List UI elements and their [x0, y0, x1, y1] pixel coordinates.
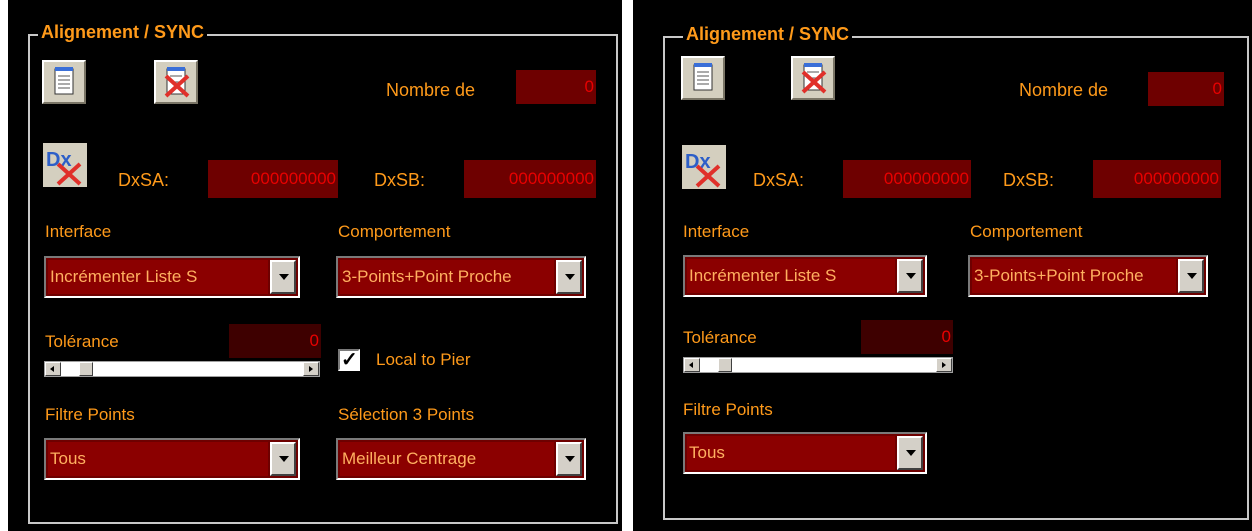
slider-left-arrow-icon[interactable]: [684, 358, 700, 372]
notepad-icon: [693, 63, 713, 91]
svg-text:Dx: Dx: [685, 151, 711, 173]
filtre-points-value: Tous: [48, 442, 268, 476]
checkmark-icon: ✓: [341, 349, 358, 371]
selection-3-points-select[interactable]: Meilleur Centrage: [336, 438, 586, 480]
selection-3-points-label: Sélection 3 Points: [338, 405, 475, 424]
group-title: Alignement / SYNC: [683, 24, 853, 44]
local-to-pier-label[interactable]: Local to Pier: [376, 350, 471, 370]
nombre-label: Nombre de: [1019, 80, 1109, 100]
group-title: Alignement / SYNC: [38, 22, 208, 42]
clear-notes-button[interactable]: [791, 56, 835, 100]
chevron-down-icon[interactable]: [1178, 259, 1204, 293]
slider-left-arrow-icon[interactable]: [45, 362, 61, 376]
tolerance-field: 0: [229, 324, 321, 358]
nombre-label: Nombre de: [386, 80, 476, 100]
right-panel: Alignement / SYNC Nombre de 0 Dx DxSA: 0…: [633, 0, 1252, 531]
dx-delete-icon[interactable]: Dx: [42, 142, 88, 188]
comportement-value: 3-Points+Point Proche: [340, 260, 554, 294]
dxsa-label: DxSA:: [753, 170, 805, 190]
dxsa-field: 000000000: [208, 160, 338, 198]
comportement-select[interactable]: 3-Points+Point Proche: [336, 256, 586, 298]
chevron-down-icon[interactable]: [556, 260, 582, 294]
comportement-value: 3-Points+Point Proche: [972, 259, 1176, 293]
tolerance-label: Tolérance: [683, 328, 757, 347]
notepad-delete-icon: [801, 63, 827, 94]
interface-value: Incrémenter Liste S: [687, 259, 895, 293]
filtre-points-label: Filtre Points: [683, 400, 773, 419]
filtre-points-value: Tous: [687, 436, 895, 470]
dxsb-field: 000000000: [464, 160, 596, 198]
notes-button[interactable]: [42, 60, 86, 104]
interface-select[interactable]: Incrémenter Liste S: [44, 256, 300, 298]
chevron-down-icon[interactable]: [270, 442, 296, 476]
slider-thumb[interactable]: [79, 362, 93, 376]
comportement-label: Comportement: [338, 222, 451, 241]
chevron-down-icon[interactable]: [897, 436, 923, 470]
tolerance-slider[interactable]: [44, 361, 320, 377]
selection-3-points-value: Meilleur Centrage: [340, 442, 554, 476]
left-panel: Alignement / SYNC Nombre de 0 Dx DxSA: 0…: [8, 0, 622, 531]
dxsb-field: 000000000: [1093, 160, 1221, 198]
interface-select[interactable]: Incrémenter Liste S: [683, 255, 927, 297]
filtre-points-select[interactable]: Tous: [44, 438, 300, 480]
tolerance-label: Tolérance: [45, 332, 119, 351]
tolerance-field: 0: [861, 320, 953, 354]
slider-right-arrow-icon[interactable]: [303, 362, 319, 376]
comportement-label: Comportement: [970, 222, 1083, 241]
dxsb-label: DxSB:: [374, 170, 426, 190]
dx-delete-icon[interactable]: Dx: [681, 144, 727, 190]
nombre-field: 0: [1148, 72, 1224, 106]
comportement-select[interactable]: 3-Points+Point Proche: [968, 255, 1208, 297]
chevron-down-icon[interactable]: [897, 259, 923, 293]
slider-right-arrow-icon[interactable]: [936, 358, 952, 372]
tolerance-slider[interactable]: [683, 357, 953, 373]
chevron-down-icon[interactable]: [556, 442, 582, 476]
chevron-down-icon[interactable]: [270, 260, 296, 294]
notepad-icon: [54, 67, 74, 95]
filtre-points-select[interactable]: Tous: [683, 432, 927, 474]
interface-label: Interface: [683, 222, 750, 241]
notepad-delete-icon: [164, 67, 190, 98]
notes-button[interactable]: [681, 56, 725, 100]
dxsb-label: DxSB:: [1003, 170, 1055, 190]
nombre-field: 0: [516, 70, 596, 104]
svg-text:Dx: Dx: [46, 149, 72, 171]
local-to-pier-checkbox[interactable]: ✓: [338, 349, 360, 371]
dxsa-label: DxSA:: [118, 170, 170, 190]
clear-notes-button[interactable]: [154, 60, 198, 104]
slider-thumb[interactable]: [718, 358, 732, 372]
filtre-points-label: Filtre Points: [45, 405, 135, 424]
interface-label: Interface: [45, 222, 112, 241]
dxsa-field: 000000000: [843, 160, 971, 198]
interface-value: Incrémenter Liste S: [48, 260, 268, 294]
